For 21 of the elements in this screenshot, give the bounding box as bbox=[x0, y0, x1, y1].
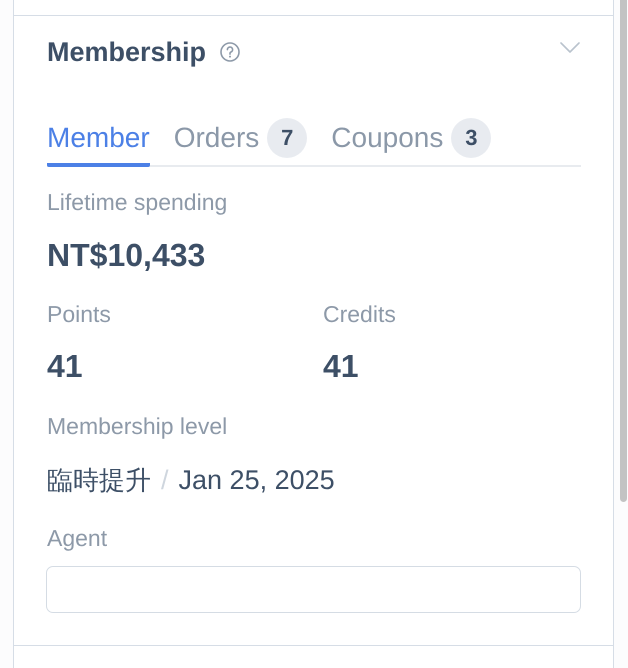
spending-value: NT$10,433 bbox=[47, 236, 206, 275]
field-label: Lifetime spending bbox=[47, 188, 228, 217]
stat-value: 41 bbox=[47, 347, 84, 386]
field-label: Credits bbox=[323, 300, 397, 329]
count-badge: 3 bbox=[451, 118, 492, 158]
tab[interactable]: Orders 7 bbox=[174, 118, 308, 167]
tier-name: 臨時提升 bbox=[47, 464, 151, 498]
tier-date: Jan 25, 2025 bbox=[178, 464, 335, 496]
field-label: Membership level bbox=[47, 412, 228, 441]
input-field[interactable] bbox=[46, 566, 581, 613]
field-label: Agent bbox=[47, 524, 108, 553]
help-icon[interactable] bbox=[220, 42, 240, 62]
field-label: Points bbox=[47, 300, 112, 329]
scrollbar-thumb[interactable] bbox=[620, 0, 627, 502]
count-badge: 7 bbox=[267, 118, 308, 158]
tab[interactable]: Coupons 3 bbox=[331, 118, 492, 167]
tab[interactable]: Member bbox=[47, 118, 150, 167]
chevron-down-icon[interactable] bbox=[560, 42, 580, 52]
section-title: Membership bbox=[47, 36, 206, 69]
stat-value: 41 bbox=[323, 347, 360, 386]
separator: / bbox=[161, 464, 169, 496]
